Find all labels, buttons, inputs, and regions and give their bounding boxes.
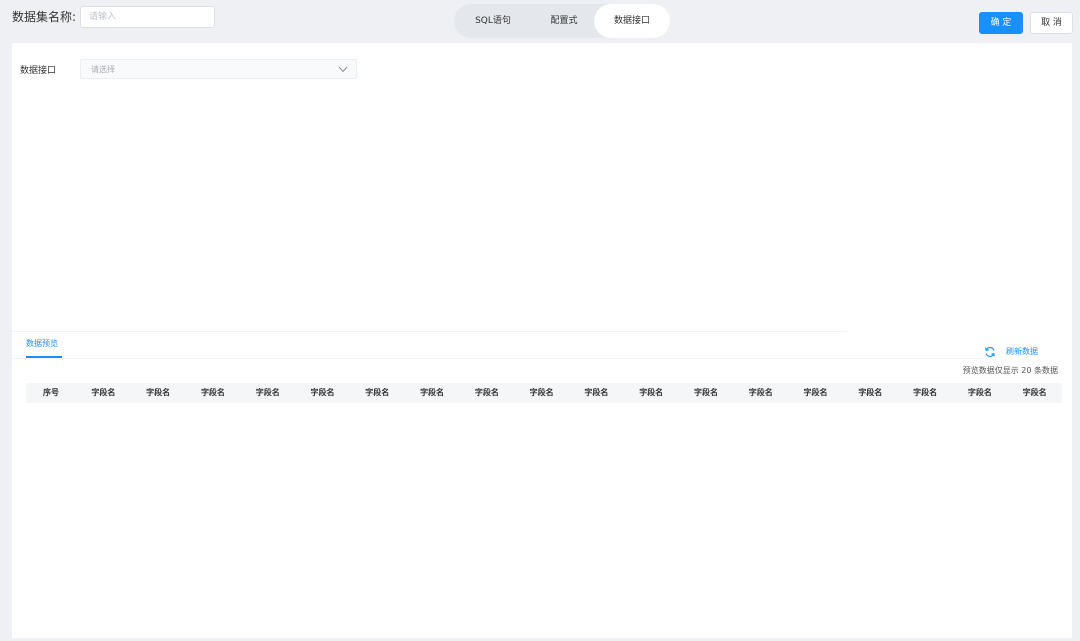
data-interface-label: 数据接口 (20, 66, 57, 76)
column-header-field: 字段名 (529, 388, 554, 397)
preview-divider (12, 358, 982, 359)
preview-table-header: 序号 字段名 字段名 字段名 字段名 字段名 字段名 字段名 字段名 字段名 字… (26, 383, 1062, 403)
config-divider (12, 331, 847, 332)
column-header-field: 字段名 (858, 388, 883, 397)
refresh-data-label: 刷新数据 (1006, 347, 1038, 356)
preview-limit-note: 预览数据仅显示 20 条数据 (962, 366, 1058, 375)
tab-config[interactable]: 配置式 (532, 4, 596, 38)
column-header-field: 字段名 (146, 388, 171, 397)
dataset-name-label: 数据集名称: (12, 10, 77, 24)
column-header-field: 字段名 (365, 388, 390, 397)
column-header-field: 字段名 (474, 388, 499, 397)
column-header-field: 字段名 (693, 388, 718, 397)
data-interface-select[interactable]: 请选择 (80, 59, 357, 79)
column-header-field: 字段名 (967, 388, 992, 397)
tab-data-interface[interactable]: 数据接口 (594, 4, 670, 38)
tab-sql[interactable]: SQL语句 (454, 4, 532, 38)
main-panel: 数据接口 请选择 数据预览 刷新数据 预览数据仅显示 20 条数据 序号 字段名… (12, 43, 1072, 638)
column-header-field: 字段名 (1022, 388, 1047, 397)
chevron-down-icon (338, 66, 348, 73)
column-header-field: 字段名 (200, 388, 225, 397)
column-header-field: 字段名 (639, 388, 664, 397)
cancel-button[interactable]: 取 消 (1030, 12, 1073, 34)
data-interface-placeholder: 请选择 (91, 65, 115, 74)
column-header-field: 字段名 (584, 388, 609, 397)
column-header-field: 字段名 (420, 388, 445, 397)
column-header-field: 字段名 (913, 388, 938, 397)
tab-data-preview[interactable]: 数据预览 (26, 338, 58, 358)
column-header-field: 字段名 (91, 388, 116, 397)
column-header-field: 字段名 (748, 388, 773, 397)
confirm-button[interactable]: 确 定 (979, 12, 1023, 34)
refresh-icon (985, 347, 995, 357)
column-header-field: 字段名 (803, 388, 828, 397)
top-bar: 数据集名称: SQL语句 配置式 数据接口 确 定 取 消 (0, 0, 1080, 42)
dataset-name-input[interactable] (80, 6, 215, 28)
mode-tabs: SQL语句 配置式 数据接口 (454, 4, 670, 38)
column-header-field: 字段名 (310, 388, 335, 397)
column-header-field: 字段名 (255, 388, 280, 397)
column-header-index: 序号 (42, 388, 59, 397)
